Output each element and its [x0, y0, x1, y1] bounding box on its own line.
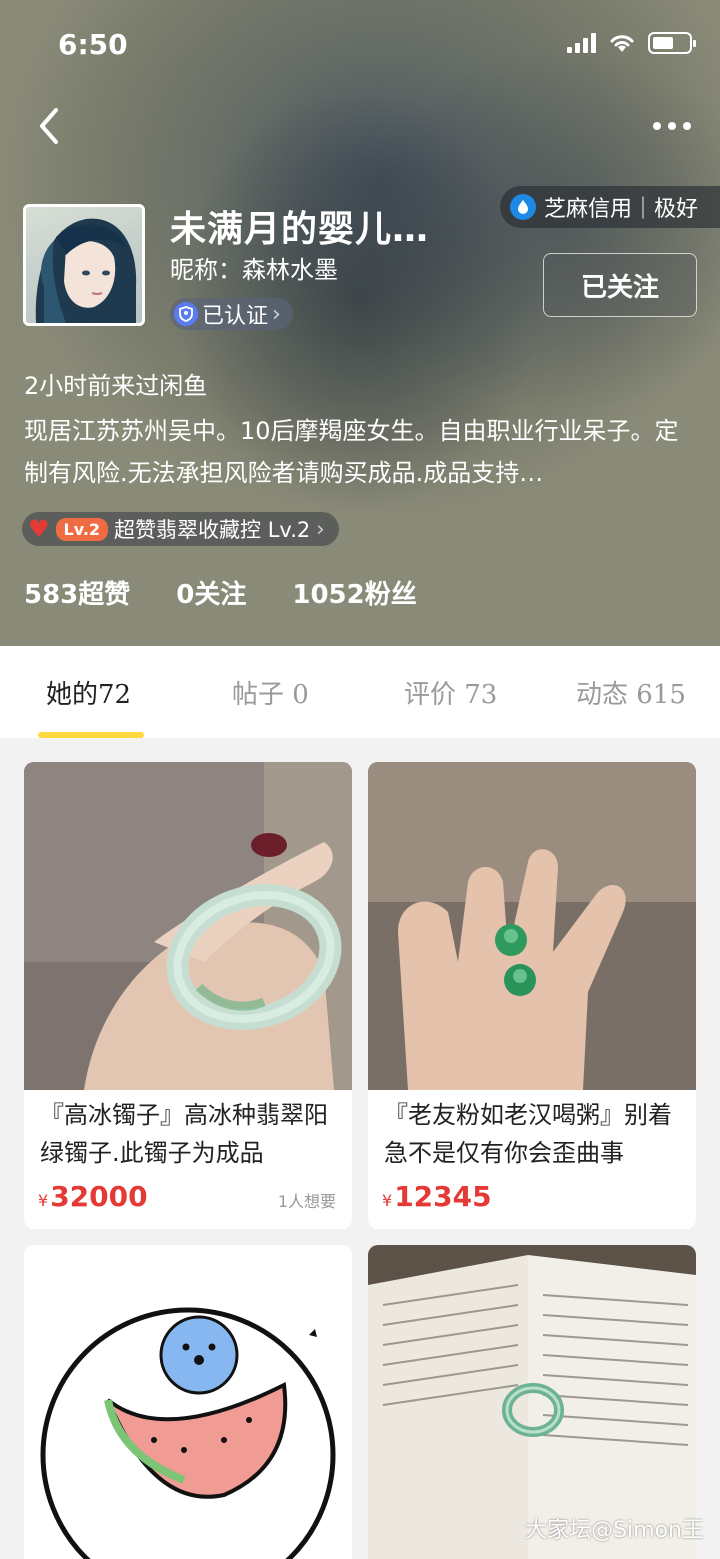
- level-number-badge: Lv.2: [55, 517, 109, 541]
- chevron-right-icon: ›: [272, 301, 281, 327]
- product-title: 『老友粉如老汉喝粥』别着急不是仅有你会歪曲事: [384, 1101, 672, 1167]
- profile-nickname: 昵称：森林水墨: [170, 256, 338, 284]
- avatar-illustration: [35, 218, 137, 323]
- verified-badge[interactable]: 已认证 ›: [170, 298, 293, 330]
- product-card[interactable]: 『老友粉如老汉喝粥』别着急不是仅有你会歪曲事 ¥12345: [368, 762, 696, 1229]
- profile-tabs: 她的72 帖子 0 评价 73 动态 615: [0, 646, 720, 738]
- want-count: 1人想要: [277, 1192, 336, 1211]
- currency-symbol: ¥: [382, 1191, 393, 1210]
- avatar[interactable]: [23, 204, 145, 326]
- price-value: 32000: [50, 1180, 148, 1213]
- product-price: ¥32000: [38, 1180, 148, 1213]
- more-dot-icon: [653, 122, 661, 130]
- back-button[interactable]: [30, 104, 70, 148]
- product-title: 『高冰镯子』高冰种翡翠阳绿镯子.此镯子为成品: [40, 1101, 328, 1167]
- status-bar: 6:50: [0, 22, 720, 66]
- level-label: 超赞翡翠收藏控 Lv.2: [114, 518, 311, 542]
- product-image: [24, 762, 352, 1090]
- chevron-left-icon: [40, 108, 58, 144]
- last-seen-text: 2小时前来过闲鱼: [24, 372, 208, 400]
- more-options-button[interactable]: [648, 108, 696, 144]
- profile-name: 未满月的婴儿…: [170, 209, 430, 250]
- profile-stats: 583超赞 0关注 1052粉丝: [24, 574, 417, 611]
- price-value: 12345: [394, 1180, 492, 1213]
- currency-symbol: ¥: [38, 1191, 49, 1210]
- verified-shield-icon: [174, 302, 198, 326]
- profile-header: 6:50 芝麻信用｜极好 未满月的婴儿… 昵称：森林水墨 已认证 › 已关注 2…: [0, 0, 720, 646]
- level-badge[interactable]: ♥ Lv.2 超赞翡翠收藏控 Lv.2 ›: [22, 512, 339, 546]
- cellular-signal-icon: [567, 33, 596, 53]
- active-tab-indicator: [38, 732, 144, 738]
- product-card[interactable]: 『高冰镯子』高冰种翡翠阳绿镯子.此镯子为成品 ¥32000 1人想要: [24, 762, 352, 1229]
- follow-button[interactable]: 已关注: [543, 253, 697, 317]
- stat-following[interactable]: 0关注: [176, 574, 246, 611]
- stat-fans[interactable]: 1052粉丝: [292, 574, 416, 611]
- wifi-icon: [610, 35, 634, 52]
- tab-activity[interactable]: 动态 615: [576, 674, 686, 711]
- more-dot-icon: [668, 122, 676, 130]
- tab-posts[interactable]: 帖子 0: [232, 674, 309, 711]
- status-time: 6:50: [58, 28, 128, 61]
- profile-bio[interactable]: 现居江苏苏州吴中。10后摩羯座女生。自由职业行业呆子。定制有风险.无法承担风险者…: [24, 410, 694, 494]
- product-image: [368, 762, 696, 1090]
- sesame-credit-badge[interactable]: 芝麻信用｜极好: [499, 186, 720, 228]
- sesame-credit-label: 芝麻信用｜极好: [543, 197, 698, 222]
- tab-items[interactable]: 她的72: [46, 674, 131, 711]
- more-dot-icon: [683, 122, 691, 130]
- sesame-credit-icon: [509, 194, 536, 220]
- product-image: [24, 1245, 352, 1559]
- watermark-text: 大家坛@Simon王: [525, 1518, 704, 1543]
- verified-label: 已认证: [202, 304, 269, 329]
- tab-reviews[interactable]: 评价 73: [404, 674, 497, 711]
- battery-icon: [648, 32, 696, 54]
- product-card[interactable]: [24, 1245, 352, 1559]
- status-icons: [567, 32, 696, 54]
- product-price: ¥12345: [382, 1180, 492, 1213]
- stat-likes[interactable]: 583超赞: [24, 574, 130, 611]
- chevron-right-icon: ›: [316, 517, 325, 541]
- heart-icon: ♥: [28, 515, 50, 543]
